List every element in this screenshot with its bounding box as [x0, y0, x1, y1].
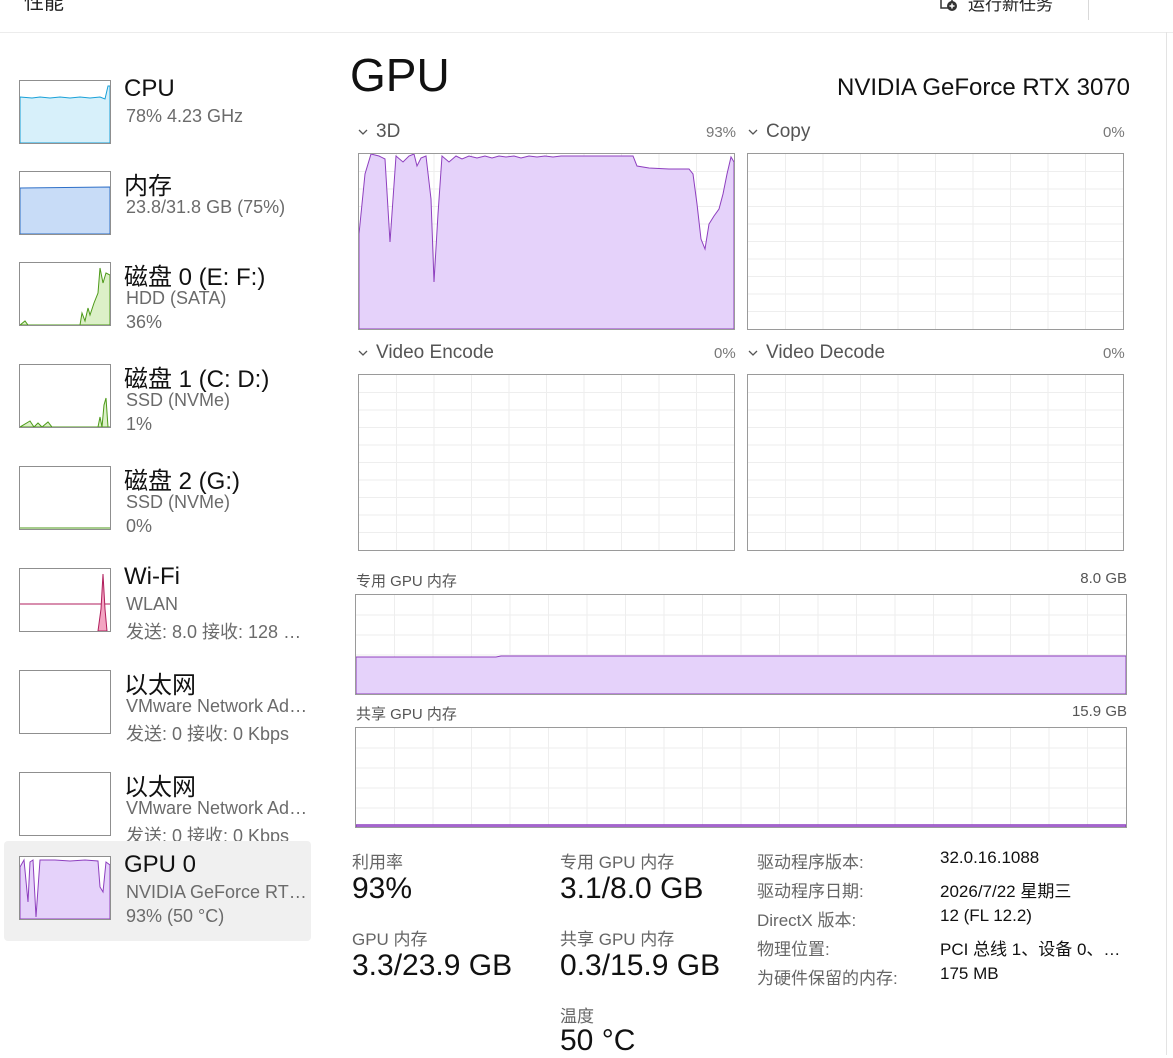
window-edge [1166, 32, 1167, 1055]
sidebar-item-title: 以太网 [124, 774, 196, 801]
memory-thumbnail-graph [19, 171, 111, 235]
sidebar-item-title: 磁盘 1 (C: D:) [124, 366, 270, 393]
gpu-thumbnail-graph [19, 856, 111, 920]
sidebar-item-detail: 78% 4.23 GHz [126, 106, 244, 126]
utilization-value: 93% [352, 872, 413, 905]
shared-gpu-memory-value: 0.3/15.9 GB [560, 949, 721, 982]
shared-gpu-memory-label: 共享 GPU 内存 [560, 930, 675, 949]
engine-label: Video Decode [766, 342, 886, 363]
sidebar-item-detail: 23.8/31.8 GB (75%) [126, 197, 286, 217]
sidebar-item-disk-0[interactable]: 磁盘 0 (E: F:) HDD (SATA) 36% [4, 235, 311, 335]
network-thumbnail-graph [19, 670, 111, 734]
dedicated-gpu-memory-label: 专用 GPU 内存 [560, 853, 675, 872]
chevron-down-icon [358, 350, 368, 356]
disk-thumbnail-graph [19, 364, 111, 428]
engine-percent: 0% [714, 345, 736, 362]
engine-selector-3d[interactable]: 3D [358, 121, 400, 143]
engine-selector-video-encode[interactable]: Video Encode [358, 342, 494, 364]
sidebar-item-title: 内存 [124, 173, 172, 200]
dedicated-memory-graph [355, 594, 1127, 695]
dedicated-memory-max: 8.0 GB [1080, 570, 1127, 587]
shared-memory-max: 15.9 GB [1071, 703, 1127, 720]
sidebar-item-detail: VMware Network Adapter [126, 696, 311, 716]
gpu-memory-label: GPU 内存 [352, 930, 428, 949]
engine-label: Video Encode [376, 342, 494, 363]
engine-label: 3D [376, 121, 401, 142]
gpu-memory-value: 3.3/23.9 GB [352, 949, 513, 982]
gpu-title: GPU [350, 49, 450, 101]
utilization-label: 利用率 [352, 853, 403, 872]
sidebar-item-detail: VMware Network Adapter [126, 798, 311, 818]
dedicated-gpu-memory-value: 3.1/8.0 GB [560, 872, 704, 905]
sidebar-item-title: CPU [124, 75, 175, 102]
sidebar-item-detail: WLAN [126, 594, 179, 614]
sidebar-item-title: 以太网 [124, 672, 196, 699]
engine-graph-video-decode [747, 374, 1124, 551]
sidebar-item-usage: 93% (50 °C) [126, 906, 225, 926]
sidebar-item-title: Wi-Fi [124, 563, 180, 590]
sidebar-item-ethernet-1[interactable]: 以太网 VMware Network Adapter 发送: 0 接收: 0 K… [4, 643, 311, 744]
hardware-reserved-memory-label: 为硬件保留的内存: [757, 969, 898, 988]
top-bar: 性能 运行新任务 [0, 0, 1173, 33]
engine-percent: 93% [706, 124, 737, 141]
sidebar-item-detail: NVIDIA GeForce RTX 3070 [126, 882, 311, 902]
hardware-reserved-memory-value: 175 MB [940, 964, 999, 983]
driver-date-value: 2026/7/22 星期三 [940, 882, 1072, 901]
physical-location-label: 物理位置: [757, 940, 830, 959]
run-new-task-label: 运行新任务 [968, 0, 1053, 14]
sidebar-item-title: 磁盘 2 (G:) [124, 468, 241, 495]
sidebar-item-usage: 36% [126, 312, 163, 332]
sidebar-item-wifi[interactable]: Wi-Fi WLAN 发送: 8.0 接收: 128 Kbps [4, 541, 311, 642]
gpu-device-name: NVIDIA GeForce RTX 3070 [836, 74, 1130, 101]
directx-version-label: DirectX 版本: [757, 911, 857, 930]
sidebar-item-detail: SSD (NVMe) [126, 492, 231, 512]
sidebar-item-usage: 发送: 0 接收: 0 Kbps [126, 724, 290, 744]
temperature-value: 50 °C [560, 1024, 636, 1057]
sidebar-item-ethernet-2[interactable]: 以太网 VMware Network Adapter 发送: 0 接收: 0 K… [4, 745, 311, 846]
shared-memory-label: 共享 GPU 内存 [356, 706, 457, 723]
directx-version-value: 12 (FL 12.2) [940, 906, 1032, 925]
dedicated-memory-label: 专用 GPU 内存 [356, 573, 457, 590]
chevron-down-icon [748, 350, 758, 356]
network-thumbnail-graph [19, 568, 111, 632]
sidebar-item-disk-2[interactable]: 磁盘 2 (G:) SSD (NVMe) 0% [4, 439, 311, 539]
engine-graph-3d [358, 153, 735, 330]
driver-date-label: 驱动程序日期: [757, 882, 864, 901]
physical-location-value: PCI 总线 1、设备 0、… [940, 940, 1121, 959]
chevron-down-icon [358, 129, 368, 135]
sidebar: CPU 78% 4.23 GHz 内存 23.8/31.8 GB (75%) 磁… [0, 33, 318, 1055]
sidebar-item-memory[interactable]: 内存 23.8/31.8 GB (75%) [4, 144, 311, 244]
chevron-down-icon [748, 129, 758, 135]
driver-version-value: 32.0.16.1088 [940, 848, 1040, 867]
engine-graph-copy [747, 153, 1124, 330]
engine-selector-copy[interactable]: Copy [748, 121, 810, 143]
engine-label: Copy [766, 121, 811, 142]
engine-graph-video-encode [358, 374, 735, 551]
sidebar-item-usage: 1% [126, 414, 153, 434]
sidebar-item-title: GPU 0 [124, 851, 197, 878]
driver-version-label: 驱动程序版本: [757, 853, 864, 872]
sidebar-item-cpu[interactable]: CPU 78% 4.23 GHz [4, 53, 311, 153]
page-title: 性能 [24, 0, 64, 14]
sidebar-item-detail: SSD (NVMe) [126, 390, 231, 410]
disk-thumbnail-graph [19, 262, 111, 326]
disk-thumbnail-graph [19, 466, 111, 530]
sidebar-item-usage: 发送: 8.0 接收: 128 Kbps [126, 622, 311, 642]
run-new-task-button[interactable]: 运行新任务 [940, 0, 1053, 15]
sidebar-item-title: 磁盘 0 (E: F:) [124, 264, 266, 291]
network-thumbnail-graph [19, 772, 111, 836]
toolbar-divider [1088, 0, 1089, 20]
engine-selector-video-decode[interactable]: Video Decode [748, 342, 885, 364]
sidebar-item-disk-1[interactable]: 磁盘 1 (C: D:) SSD (NVMe) 1% [4, 337, 311, 437]
shared-memory-graph [355, 727, 1127, 828]
engine-percent: 0% [1103, 345, 1125, 362]
cpu-thumbnail-graph [19, 80, 111, 144]
sidebar-item-detail: HDD (SATA) [126, 288, 227, 308]
sidebar-item-usage: 0% [126, 516, 153, 536]
add-task-icon [940, 0, 958, 12]
sidebar-item-gpu-0[interactable]: GPU 0 NVIDIA GeForce RTX 3070 93% (50 °C… [4, 841, 311, 941]
engine-percent: 0% [1103, 124, 1125, 141]
